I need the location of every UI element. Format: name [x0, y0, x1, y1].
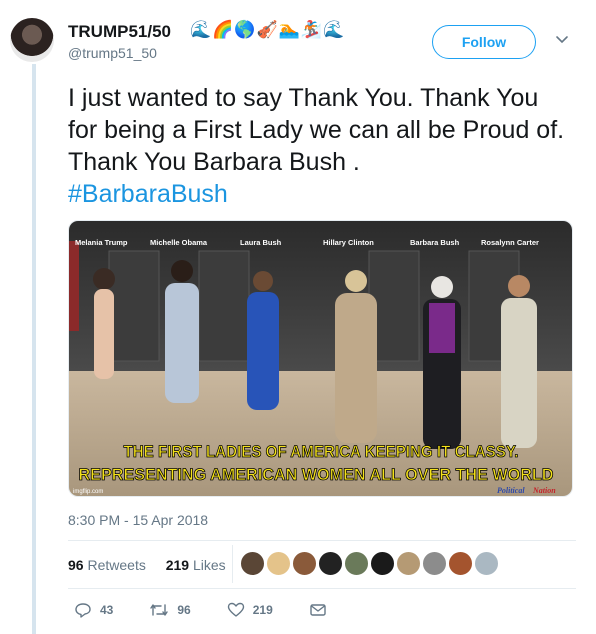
retweets-stat[interactable]: 96 Retweets [68, 557, 154, 573]
display-name[interactable]: TRUMP51/50 [68, 22, 171, 42]
envelope-icon [310, 604, 326, 616]
heart-icon [227, 602, 244, 617]
name-label-1: Melania Trump [75, 238, 128, 247]
caption-line-1: THE FIRST LADIES OF AMERICA KEEPING IT C… [124, 442, 519, 461]
hashtag-link[interactable]: #BarbaraBush [68, 178, 568, 210]
imgflip-watermark: imgflip.com [73, 489, 103, 495]
retweet-button[interactable]: 96 [149, 601, 191, 619]
figure-6 [501, 275, 537, 448]
follow-button[interactable]: Follow [432, 25, 536, 59]
name-label-5: Barbara Bush [410, 238, 460, 247]
like-button[interactable]: 219 [227, 601, 273, 619]
name-label-4: Hillary Clinton [323, 238, 374, 247]
retweet-count: 96 [177, 603, 191, 617]
direct-message-button[interactable] [309, 601, 335, 619]
likes-stat[interactable]: 219 Likes [166, 557, 234, 573]
signature-political: Political [497, 486, 525, 495]
reply-button[interactable]: 43 [74, 601, 113, 619]
like-count: 219 [252, 603, 273, 617]
liker-avatar[interactable] [292, 551, 317, 576]
tweet-stats: 96 Retweets 219 Likes [68, 557, 242, 573]
likes-count: 219 [165, 557, 190, 573]
tweet-timestamp[interactable]: 8:30 PM - 15 Apr 2018 [68, 512, 208, 528]
liker-avatar[interactable] [370, 551, 395, 576]
liker-avatar[interactable] [422, 551, 447, 576]
divider-top [68, 540, 576, 541]
name-label-2: Michelle Obama [150, 238, 208, 247]
tweet-actions: 43 96 219 [74, 601, 371, 619]
stats-separator [232, 545, 233, 583]
tweet-image[interactable]: Melania Trump Michelle Obama Laura Bush … [68, 220, 573, 497]
thread-line [32, 64, 36, 634]
liker-avatar[interactable] [240, 551, 265, 576]
figure-4 [335, 270, 377, 443]
signature-nation: Nation [532, 486, 556, 495]
figure-5 [423, 276, 461, 449]
liker-avatar[interactable] [318, 551, 343, 576]
name-label-3: Laura Bush [240, 238, 282, 247]
name-label-6: Rosalynn Carter [481, 238, 539, 247]
user-handle[interactable]: @trump51_50 [68, 45, 157, 61]
liker-avatar[interactable] [474, 551, 499, 576]
tweet-text: I just wanted to say Thank You. Thank Yo… [68, 82, 568, 210]
retweets-label: Retweets [87, 557, 146, 573]
reply-count: 43 [100, 603, 114, 617]
reply-icon [75, 603, 91, 618]
likes-label: Likes [192, 557, 226, 573]
retweets-count: 96 [68, 557, 84, 573]
caption-line-2: REPRESENTING AMERICAN WOMEN ALL OVER THE… [79, 465, 554, 484]
liker-avatar[interactable] [266, 551, 291, 576]
liker-avatar[interactable] [396, 551, 421, 576]
liker-avatars [240, 551, 500, 576]
retweet-icon [150, 604, 169, 616]
figure-1 [93, 268, 115, 379]
liker-avatar[interactable] [448, 551, 473, 576]
divider-bottom [68, 588, 576, 589]
tweet-body: I just wanted to say Thank You. Thank Yo… [68, 84, 565, 176]
liker-avatar[interactable] [344, 551, 369, 576]
display-name-emoji: 🌊🌈🌎🎻🏊🏂🌊 [190, 20, 346, 39]
chevron-down-icon[interactable] [555, 32, 569, 46]
avatar[interactable] [10, 18, 54, 62]
